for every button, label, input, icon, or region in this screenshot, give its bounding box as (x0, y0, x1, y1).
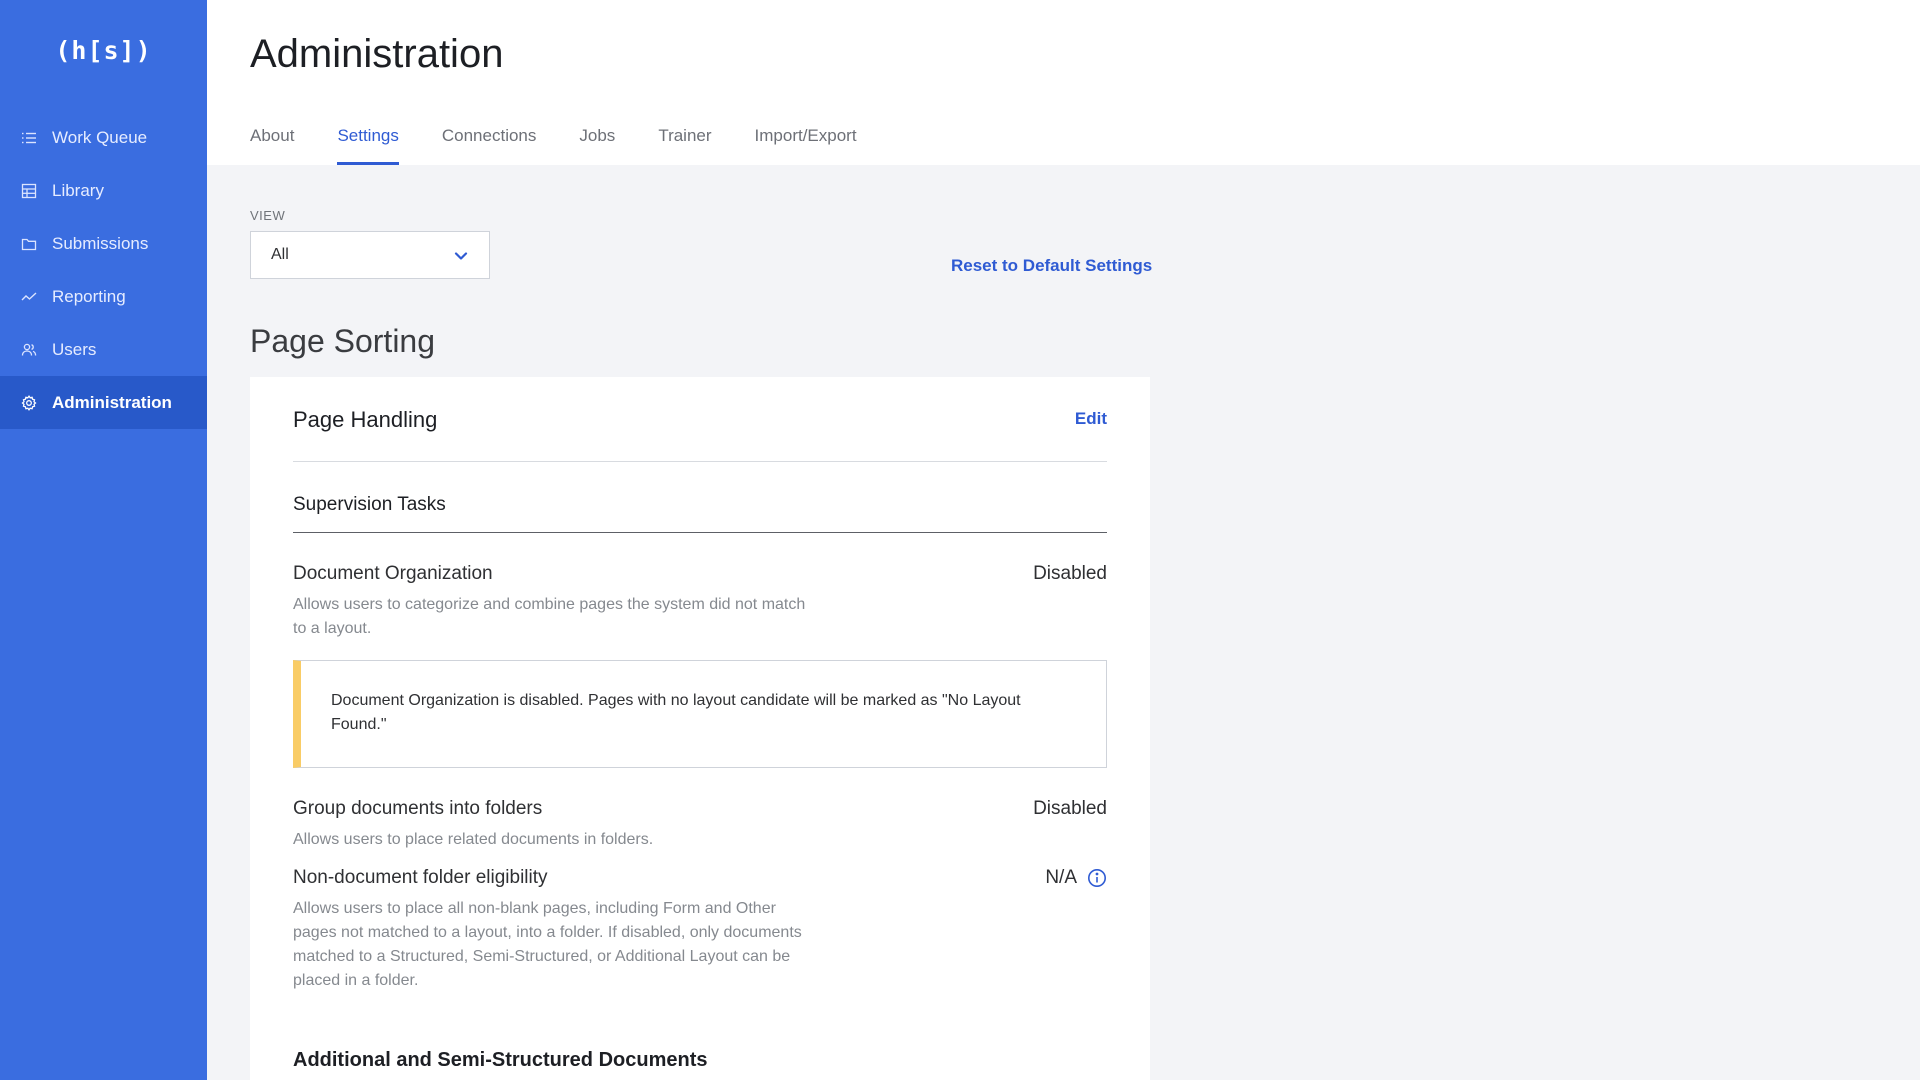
sidebar-item-label: Administration (52, 392, 172, 412)
sidebar-item-label: Users (52, 339, 97, 359)
setting-value-text: Disabled (1033, 798, 1107, 819)
gear-icon (21, 394, 37, 411)
setting-value-non-document-folder: N/A (1045, 867, 1107, 889)
view-selected-value: All (271, 246, 289, 263)
page-header: Administration About Settings Connection… (207, 0, 1920, 165)
setting-name-group-documents: Group documents into folders (293, 798, 543, 819)
divider (293, 461, 1107, 462)
setting-value-text: Disabled (1033, 563, 1107, 584)
supervision-tasks-heading: Supervision Tasks (293, 494, 446, 515)
edit-button[interactable]: Edit (1075, 409, 1107, 429)
sidebar-item-reporting[interactable]: Reporting (0, 270, 207, 323)
tab-about[interactable]: About (250, 126, 294, 165)
setting-desc-document-organization: Allows users to categorize and combine p… (293, 596, 806, 637)
sidebar-item-label: Work Queue (52, 127, 148, 147)
folder-icon (21, 236, 37, 252)
reset-default-settings-link[interactable]: Reset to Default Settings (951, 256, 1152, 276)
chevron-down-icon (453, 248, 469, 264)
sidebar-item-users[interactable]: Users (0, 323, 207, 376)
tab-settings[interactable]: Settings (337, 126, 400, 165)
list-icon (21, 130, 37, 146)
sidebar-item-library[interactable]: Library (0, 164, 207, 217)
sidebar-item-label: Submissions (52, 233, 149, 253)
setting-value-text: N/A (1045, 867, 1077, 888)
tab-import-export[interactable]: Import/Export (755, 126, 857, 165)
sidebar-item-label: Library (52, 180, 104, 200)
setting-desc-non-document-folder: Allows users to place all non-blank page… (293, 900, 802, 989)
tab-trainer[interactable]: Trainer (658, 126, 711, 165)
tab-bar: About Settings Connections Jobs Trainer … (250, 126, 900, 165)
section-title: Page Sorting (250, 323, 436, 359)
page-title: Administration (250, 32, 504, 76)
app-logo[interactable]: (h[s]) (0, 36, 207, 65)
users-icon (21, 342, 37, 358)
info-icon[interactable] (1087, 868, 1107, 888)
card-title: Page Handling (293, 407, 438, 432)
sidebar-item-administration[interactable]: Administration (0, 376, 207, 429)
tab-connections[interactable]: Connections (442, 126, 537, 165)
setting-desc-group-documents: Allows users to place related documents … (293, 831, 654, 848)
view-dropdown[interactable]: All (250, 231, 490, 279)
setting-name-document-organization: Document Organization (293, 563, 493, 584)
page-handling-card: Page Handling Edit Supervision Tasks Doc… (250, 377, 1150, 1080)
sidebar-item-work-queue[interactable]: Work Queue (0, 111, 207, 164)
setting-value-group-documents: Disabled (1033, 798, 1107, 820)
table-icon (21, 183, 37, 199)
sidebar-item-submissions[interactable]: Submissions (0, 217, 207, 270)
additional-documents-heading: Additional and Semi-Structured Documents (293, 1049, 708, 1071)
view-label: VIEW (250, 208, 286, 223)
document-organization-alert: Document Organization is disabled. Pages… (293, 660, 1107, 768)
sidebar-item-label: Reporting (52, 286, 126, 306)
divider (293, 532, 1107, 533)
sidebar-nav: Work Queue Library Submissions Reporting… (0, 111, 207, 429)
trend-icon (21, 289, 37, 305)
setting-name-non-document-folder: Non-document folder eligibility (293, 867, 548, 888)
setting-value-document-organization: Disabled (1033, 563, 1107, 585)
tab-jobs[interactable]: Jobs (579, 126, 615, 165)
sidebar: (h[s]) Work Queue Library Submissions Re… (0, 0, 207, 1080)
